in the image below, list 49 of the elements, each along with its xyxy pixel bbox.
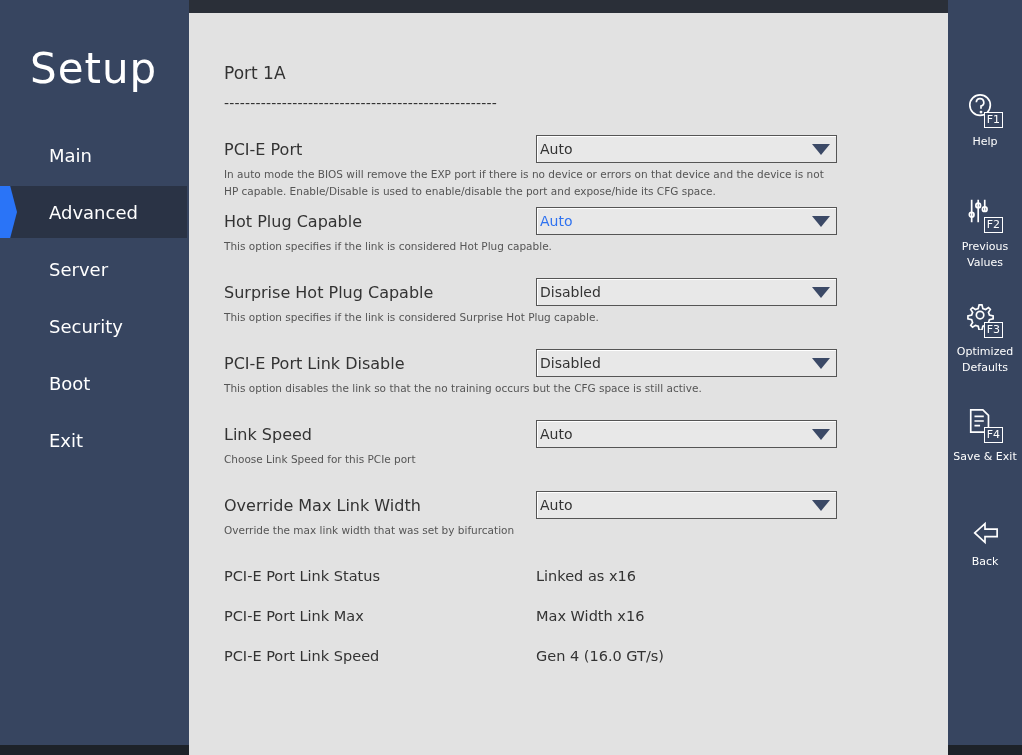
caret-icon: [812, 215, 830, 227]
nav-item[interactable]: Boot: [0, 357, 189, 409]
setup-title: Setup: [29, 43, 159, 95]
caret-icon: [812, 428, 830, 440]
setting-label: PCI-E Port Link Speed: [224, 648, 381, 664]
dropdown[interactable]: Disabled: [536, 349, 837, 377]
dropdown[interactable]: Auto: [536, 135, 837, 163]
setting-label: Surprise Hot Plug Capable: [224, 282, 435, 302]
help-text: This option specifies if the link is considered Surprise Hot Plug capable.: [224, 310, 600, 325]
action-button[interactable]: F3 Optimized Defaults: [950, 302, 1020, 407]
setting-label: Override Max Link Width: [224, 495, 422, 515]
caret-icon: [812, 499, 830, 511]
help-text: In auto mode the BIOS will remove the EXP port if there is no device or errors on that device and the device is not HP capable. Enable/Disable is used to enable/disable the port and expose/hide its CFG space.: [224, 167, 825, 199]
help-text: This option disables the link so that the no training occurs but the CFG space is still active.: [224, 381, 703, 396]
action-button[interactable]: F4 Save & Exit: [950, 407, 1020, 512]
selection-marker-icon: [0, 186, 17, 238]
nav-item[interactable]: Server: [0, 243, 189, 295]
nav-item[interactable]: Security: [0, 300, 189, 352]
help-text: This option specifies if the link is considered Hot Plug capable.: [224, 239, 553, 254]
action-button[interactable]: F1 Help: [950, 92, 1020, 197]
nav-item[interactable]: Main: [0, 129, 189, 181]
dropdown[interactable]: Disabled: [536, 278, 837, 306]
dropdown[interactable]: Auto: [536, 420, 837, 448]
help-text: Override the max link width that was set by bifurcation: [224, 523, 516, 538]
setting-value: Max Width x16: [536, 608, 645, 624]
key-badge: F3: [983, 322, 1003, 338]
setting-label: PCI-E Port: [224, 139, 304, 159]
nav-item[interactable]: Advanced: [0, 186, 187, 238]
separator-text: ----------------------------------------------------: [224, 95, 499, 113]
help-text: Choose Link Speed for this PCIe port: [224, 452, 417, 467]
dropdown[interactable]: Auto: [536, 491, 837, 519]
action-button[interactable]: F2 Previous Values: [950, 197, 1020, 302]
setting-label: PCI-E Port Link Max: [224, 608, 365, 624]
dropdown[interactable]: Auto: [536, 207, 837, 235]
key-badge: F1: [983, 112, 1003, 128]
setting-label: Hot Plug Capable: [224, 211, 364, 231]
nav-item[interactable]: Exit: [0, 414, 189, 466]
caret-icon: [812, 143, 830, 155]
setting-value: Linked as x16: [536, 568, 636, 584]
key-badge: F4: [983, 427, 1003, 443]
setting-label: Link Speed: [224, 424, 313, 444]
setting-label: PCI-E Port Link Status: [224, 568, 381, 584]
page-title: Port 1A: [224, 63, 287, 85]
setting-value: Gen 4 (16.0 GT/s): [536, 648, 664, 664]
caret-icon: [812, 357, 830, 369]
caret-icon: [812, 286, 830, 298]
action-button[interactable]: Back: [950, 512, 1020, 617]
setting-label: PCI-E Port Link Disable: [224, 353, 406, 373]
key-badge: F2: [983, 217, 1003, 233]
